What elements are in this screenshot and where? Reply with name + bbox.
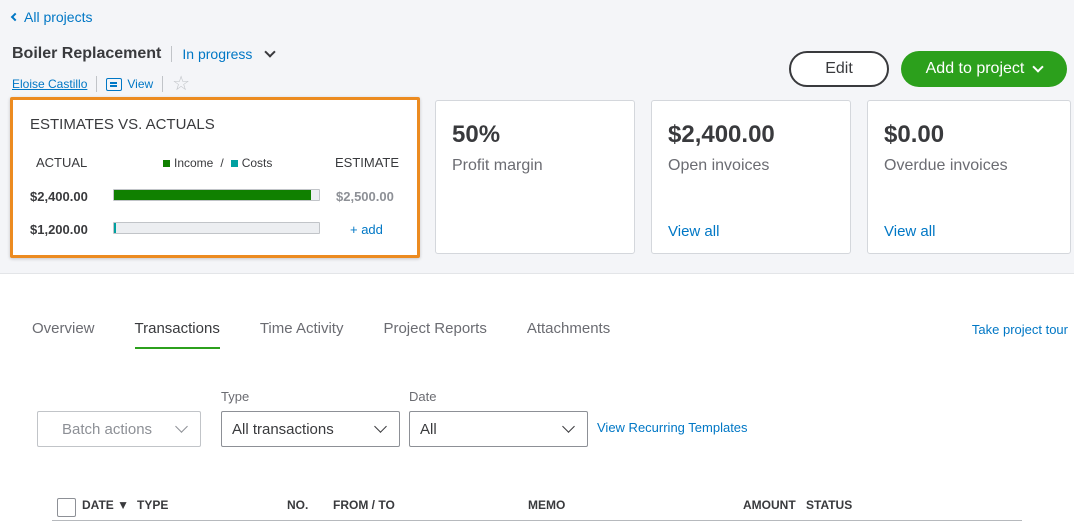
batch-actions-dropdown[interactable]: Batch actions <box>37 411 201 447</box>
actual-label: ACTUAL <box>36 155 88 170</box>
date-filter-label: Date <box>409 389 437 404</box>
column-status[interactable]: STATUS <box>806 498 852 512</box>
profit-margin-value: 50% <box>452 121 501 148</box>
column-from-to[interactable]: FROM / TO <box>333 498 395 512</box>
take-project-tour-link[interactable]: Take project tour <box>972 322 1068 337</box>
overdue-invoices-value: $0.00 <box>884 121 945 148</box>
view-recurring-templates-link[interactable]: View Recurring Templates <box>597 420 748 435</box>
profit-margin-label: Profit margin <box>452 157 543 174</box>
overdue-invoices-view-all-link[interactable]: View all <box>884 223 935 240</box>
divider <box>171 46 173 62</box>
chevron-down-icon <box>374 420 387 433</box>
open-invoices-view-all-link[interactable]: View all <box>668 223 719 240</box>
add-to-project-button[interactable]: Add to project <box>901 51 1067 87</box>
type-filter-select[interactable]: All transactions <box>221 411 400 447</box>
tab-time-activity[interactable]: Time Activity <box>260 320 344 349</box>
tab-attachments[interactable]: Attachments <box>527 320 610 349</box>
add-to-project-label: Add to project <box>925 60 1025 77</box>
estimates-vs-actuals-card: ESTIMATES VS. ACTUALS ACTUAL Income / Co… <box>10 97 420 258</box>
column-memo[interactable]: MEMO <box>528 498 565 512</box>
estimates-title: ESTIMATES VS. ACTUALS <box>30 116 215 133</box>
page-title: Boiler Replacement <box>12 45 162 62</box>
legend: Income / Costs <box>163 156 272 170</box>
project-tabs: Overview Transactions Time Activity Proj… <box>32 320 650 349</box>
income-estimate-value: $2,500.00 <box>336 189 394 204</box>
divider <box>96 76 98 92</box>
overdue-invoices-card: $0.00 Overdue invoices View all <box>867 100 1071 254</box>
profit-margin-card: 50% Profit margin <box>435 100 635 254</box>
overdue-invoices-label: Overdue invoices <box>884 157 1008 174</box>
back-link[interactable]: All projects <box>10 9 93 25</box>
chevron-down-icon <box>1032 61 1045 73</box>
customer-link[interactable]: Eloise Castillo <box>12 77 87 91</box>
tab-overview[interactable]: Overview <box>32 320 95 349</box>
chevron-down-icon <box>562 420 575 433</box>
chevron-down-icon <box>175 420 188 433</box>
cost-actual-value: $1,200.00 <box>30 222 88 237</box>
add-estimate-link[interactable]: + add <box>350 222 383 237</box>
open-invoices-label: Open invoices <box>668 157 770 174</box>
project-meta-row: Eloise Castillo View ☆ <box>12 74 190 94</box>
project-status[interactable]: In progress <box>182 46 252 62</box>
open-invoices-card: $2,400.00 Open invoices View all <box>651 100 851 254</box>
column-no[interactable]: NO. <box>287 498 308 512</box>
estimate-label: ESTIMATE <box>335 155 400 170</box>
view-notes-link[interactable]: View <box>106 77 153 91</box>
column-type[interactable]: TYPE <box>137 498 168 512</box>
type-filter-label: Type <box>221 389 250 404</box>
cost-progress-bar <box>113 222 320 234</box>
back-link-label: All projects <box>24 9 93 25</box>
column-amount[interactable]: AMOUNT <box>743 498 796 512</box>
select-all-checkbox[interactable] <box>57 498 76 517</box>
income-legend-swatch <box>163 159 170 167</box>
chevron-left-icon <box>10 12 20 22</box>
edit-button[interactable]: Edit <box>789 51 889 87</box>
type-filter-value: All transactions <box>232 420 334 438</box>
legend-income: Income <box>174 156 214 170</box>
legend-costs: Costs <box>241 156 273 170</box>
open-invoices-value: $2,400.00 <box>668 121 775 148</box>
column-date[interactable]: DATE ▼ <box>82 498 129 512</box>
tab-transactions[interactable]: Transactions <box>134 320 220 349</box>
transactions-table-header: DATE ▼ TYPE NO. FROM / TO MEMO AMOUNT ST… <box>52 493 1022 521</box>
project-header-area: All projects Boiler Replacement In progr… <box>0 0 1074 274</box>
star-icon[interactable]: ☆ <box>172 74 190 94</box>
tab-project-reports[interactable]: Project Reports <box>383 320 486 349</box>
batch-actions-label: Batch actions <box>62 420 153 438</box>
message-icon <box>106 77 123 91</box>
divider <box>162 76 164 92</box>
date-filter-select[interactable]: All <box>409 411 588 447</box>
view-label: View <box>127 77 154 91</box>
income-progress-fill <box>114 190 311 200</box>
chevron-down-icon[interactable] <box>264 46 277 58</box>
legend-slash: / <box>220 156 224 170</box>
income-actual-value: $2,400.00 <box>30 189 88 204</box>
income-progress-bar <box>113 189 320 201</box>
project-title-row: Boiler Replacement In progress <box>12 45 277 63</box>
date-filter-value: All <box>420 420 437 438</box>
costs-legend-swatch <box>230 159 238 167</box>
cost-progress-fill <box>114 223 117 233</box>
